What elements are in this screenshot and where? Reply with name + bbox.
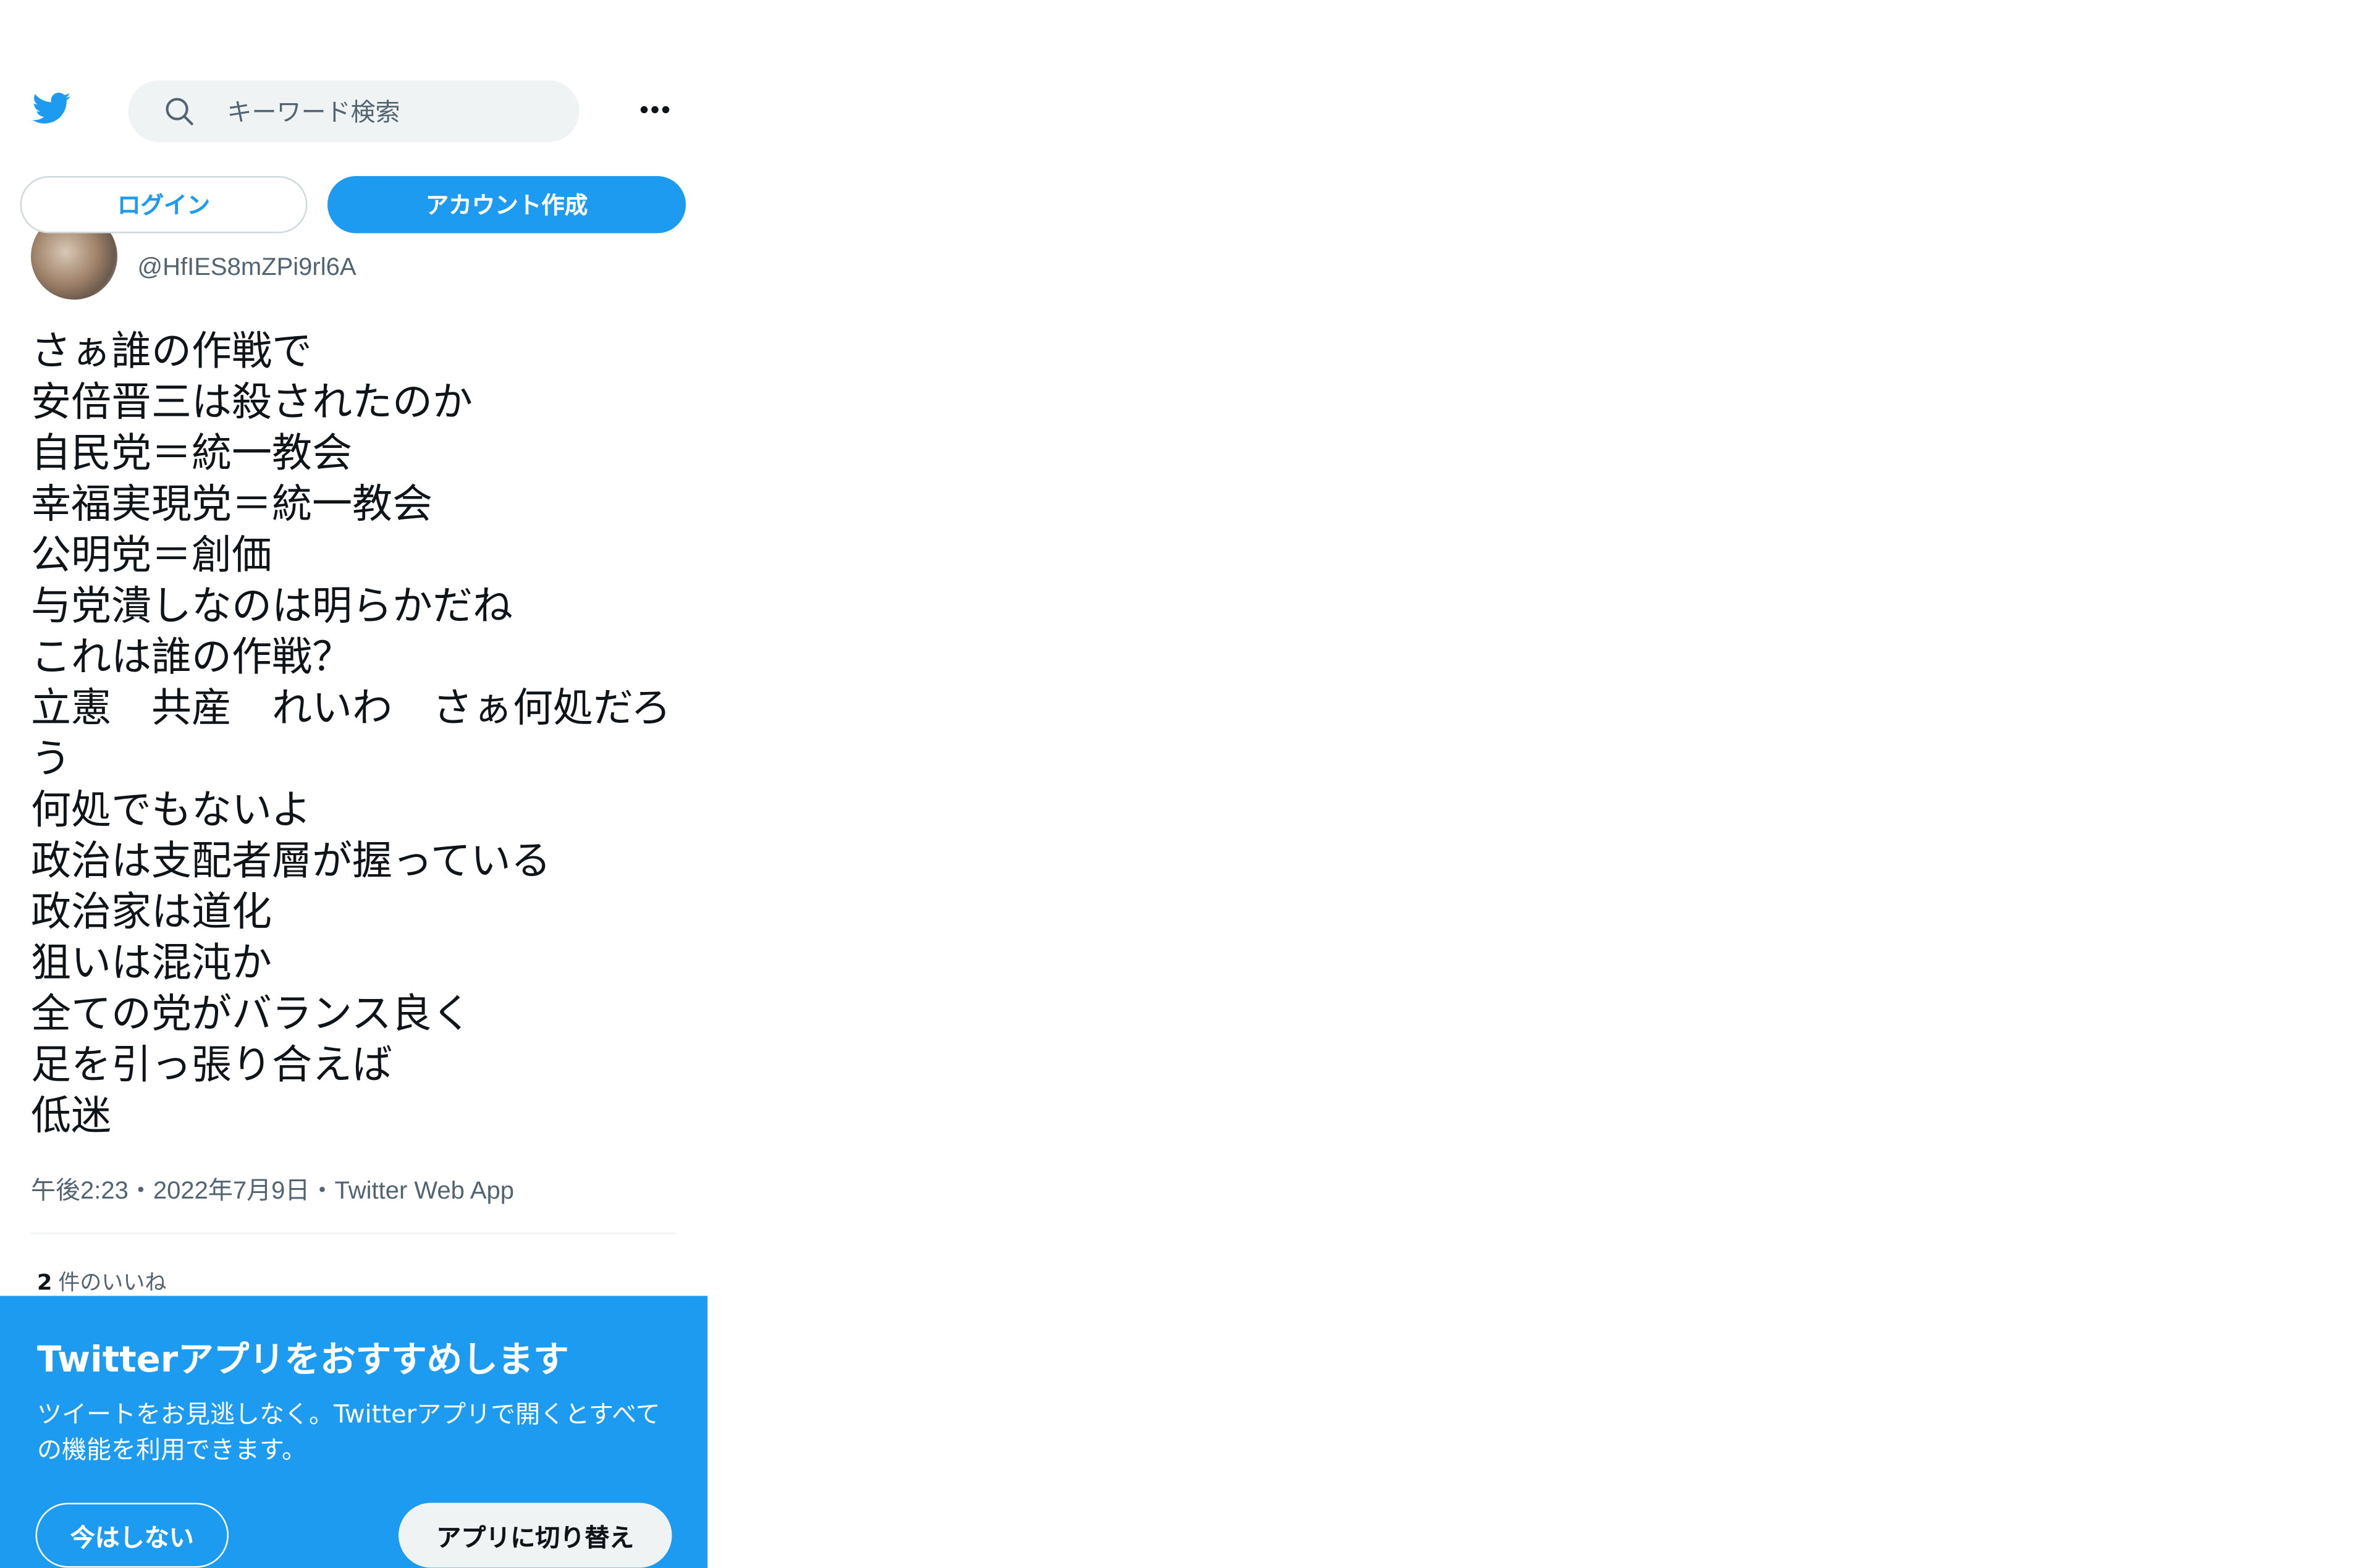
tweet-line: 低迷 — [31, 1094, 112, 1140]
tweet-meta: 午後2:23・2022年7月9日・Twitter Web App — [31, 1170, 514, 1207]
tweet-line: 安倍晋三は殺されたのか — [31, 380, 473, 426]
not-now-button[interactable]: 今はしない — [35, 1503, 229, 1568]
tweet-line: 政治は支配者層が握っている — [31, 838, 551, 885]
meta-separator: ・ — [128, 1178, 153, 1205]
tweet-source[interactable]: Twitter Web App — [334, 1179, 514, 1205]
likes-label: 件のいいね — [58, 1271, 167, 1296]
likes-link[interactable]: 2 件のいいね — [37, 1267, 166, 1297]
tweet-line: 幸福実現党＝統一教会 — [31, 482, 433, 528]
tweet-date[interactable]: 2022年7月9日 — [153, 1179, 310, 1205]
signup-button[interactable]: アカウント作成 — [327, 176, 686, 234]
tweet-line: 公明党＝創価 — [31, 533, 272, 580]
search-icon — [162, 95, 196, 129]
search-input[interactable] — [227, 80, 536, 142]
tweet-line: 自民党＝統一教会 — [31, 431, 353, 478]
tweet-line: 何処でもないよ — [31, 788, 311, 834]
tweet-line: 全ての党がバランス良く — [31, 992, 472, 1038]
tweet-text: さぁ誰の作戦で 安倍晋三は殺されたのか 自民党＝統一教会 幸福実現党＝統一教会 … — [31, 327, 677, 1143]
twitter-bird-icon[interactable] — [28, 88, 74, 129]
divider — [31, 1233, 677, 1234]
switch-to-app-button[interactable]: アプリに切り替え — [399, 1503, 672, 1568]
tweet-line: 立憲 共産 れいわ さぁ何処だろう — [31, 686, 672, 783]
more-icon[interactable] — [633, 93, 677, 127]
search-bar[interactable] — [128, 80, 580, 142]
promo-title: Twitterアプリをおすすめします — [37, 1341, 569, 1381]
tweet-line: さぁ誰の作戦で — [31, 329, 313, 376]
tweet-line: 狙いは混沌か — [31, 940, 272, 987]
tweet-line: これは誰の作戦？ — [31, 634, 353, 681]
tweet-line: 与党潰しなのは明らかだね — [31, 584, 513, 630]
page: @HfIES8mZPi9rl6A ログイン アカウント作成 さぁ誰の作戦で 安倍… — [0, 0, 2380, 1568]
user-handle[interactable]: @HfIES8mZPi9rl6A — [138, 255, 357, 283]
tweet-panel: @HfIES8mZPi9rl6A ログイン アカウント作成 さぁ誰の作戦で 安倍… — [0, 0, 707, 1568]
login-button[interactable]: ログイン — [20, 176, 308, 234]
app-promo-banner: Twitterアプリをおすすめします ツイートをお見逃しなく。Twitterアプ… — [0, 1296, 707, 1568]
tweet-line: 政治家は道化 — [31, 890, 272, 936]
tweet-time[interactable]: 午後2:23 — [31, 1179, 129, 1205]
meta-separator: ・ — [310, 1178, 335, 1205]
promo-description: ツイートをお見逃しなく。Twitterアプリで開くとすべての機能を利用できます。 — [37, 1399, 660, 1464]
likes-count: 2 — [37, 1271, 53, 1296]
tweet-line: 足を引っ張り合えば — [31, 1042, 393, 1089]
